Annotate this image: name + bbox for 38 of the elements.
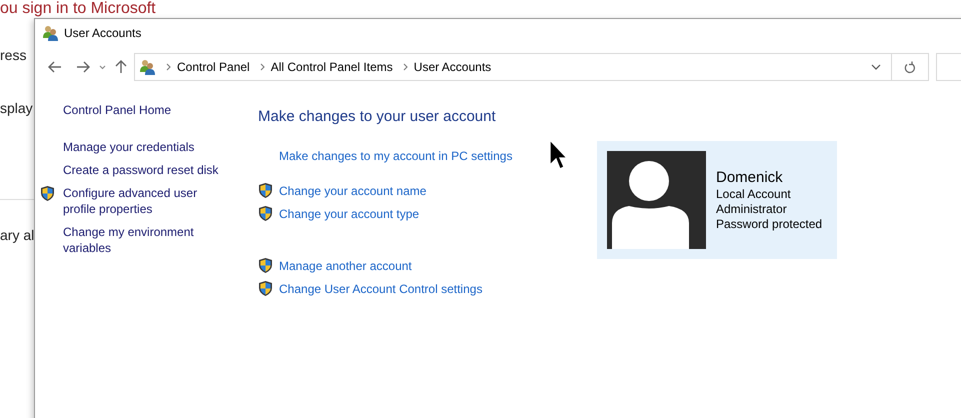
page-text: ress [0,46,26,64]
back-arrow-icon[interactable] [48,61,62,73]
sidebar-link[interactable]: Control Panel Home [63,102,172,118]
sidebar-link[interactable]: Change my environment variables [63,224,225,256]
breadcrumb[interactable]: All Control Panel Items [270,60,393,74]
sidebar-link[interactable]: Create a password reset disk [63,162,225,178]
refresh-button[interactable] [892,53,929,81]
users-icon [139,59,156,75]
window-title: User Accounts [64,26,142,40]
forward-arrow-icon[interactable] [76,61,90,73]
account-detail: Administrator [716,202,788,217]
recent-chevron-icon[interactable] [99,64,106,70]
section-heading: Make changes to your user account [258,108,497,126]
task-link[interactable]: Make changes to my account in PC settings [279,148,512,162]
chevron-icon [260,63,265,71]
task-link[interactable]: Change User Account Control settings [279,282,482,296]
page-text: splay [0,99,33,117]
breadcrumb[interactable]: User Accounts [414,60,492,74]
cursor-icon [549,139,568,170]
task-link[interactable]: Change your account type [279,206,420,220]
account-name: Domenick [716,169,784,187]
up-arrow-icon[interactable] [115,60,127,74]
avatar-icon [607,151,706,249]
breadcrumb[interactable]: Control Panel [177,60,250,74]
page-text: ary al [0,226,34,244]
chevron-icon [166,63,171,71]
account-detail: Password protected [716,217,822,232]
sidebar-link[interactable]: Configure advanced user profile properties [63,185,225,217]
address-bar[interactable]: Control Panel All Control Panel Items User Accounts [134,53,892,81]
refresh-icon [904,60,916,74]
sidebar-link[interactable]: Manage your credentials [63,139,225,155]
account-detail: Local Account [716,187,792,202]
users-icon [42,24,59,40]
task-link[interactable]: Change your account name [279,184,426,198]
dropdown-chevron-icon[interactable] [871,64,882,70]
task-link[interactable]: Manage another account [279,258,412,272]
chevron-icon [402,63,408,71]
page-heading: ou sign in to Microsoft [0,0,156,18]
